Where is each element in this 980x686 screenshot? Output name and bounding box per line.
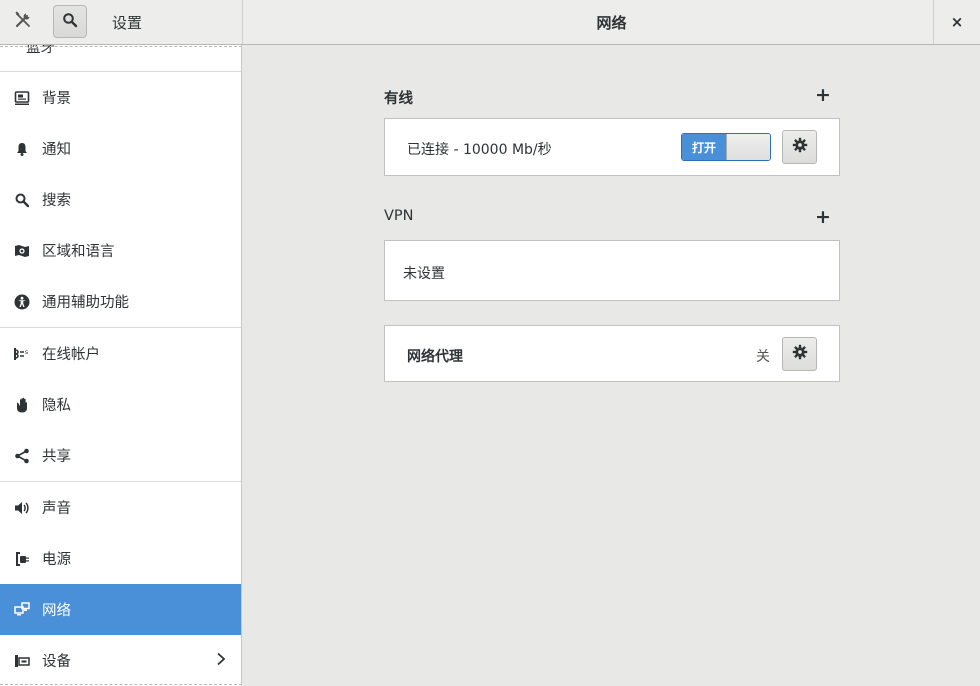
region-icon <box>13 242 31 260</box>
close-button[interactable]: × <box>933 0 980 44</box>
search-icon <box>62 12 78 32</box>
bell-icon <box>13 140 31 158</box>
sidebar-item-privacy[interactable]: 隐私 <box>0 379 241 430</box>
network-icon <box>13 601 31 619</box>
search-button[interactable] <box>53 5 87 38</box>
proxy-settings-button[interactable] <box>782 337 817 371</box>
settings-window: 设置 网络 × 蓝牙 背景 通知 搜索 区域和语言 通用辅助功能 s 在线帐户 … <box>0 0 980 686</box>
sidebar-item-notifications[interactable]: 通知 <box>0 123 241 174</box>
vpn-section-title: VPN <box>384 208 414 224</box>
sidebar-item-label: 网络 <box>42 603 71 619</box>
gear-icon <box>792 344 808 364</box>
switch-on-label: 打开 <box>682 134 726 160</box>
sidebar-item-label: 在线帐户 <box>42 347 100 363</box>
sidebar-item-region[interactable]: 区域和语言 <box>0 225 241 276</box>
hand-icon <box>13 396 31 414</box>
sidebar-item-sharing[interactable]: 共享 <box>0 430 241 481</box>
wired-status-text: 已连接 - 10000 Mb/秒 <box>407 142 552 158</box>
app-title: 设置 <box>112 14 143 32</box>
sidebar-item-label: 设备 <box>42 654 71 670</box>
plus-icon: + <box>815 83 831 106</box>
panel-title: 网络 <box>596 14 627 32</box>
proxy-label: 网络代理 <box>407 349 463 365</box>
sidebar-item-label: 通用辅助功能 <box>42 295 129 311</box>
sidebar-item-power[interactable]: 电源 <box>0 533 241 584</box>
sidebar-item-label: 区域和语言 <box>42 244 115 260</box>
power-icon <box>13 550 31 568</box>
close-icon: × <box>950 13 964 31</box>
share-icon <box>13 447 31 465</box>
sidebar-item-background[interactable]: 背景 <box>0 72 241 123</box>
plus-icon: + <box>815 205 831 228</box>
proxy-status: 关 <box>756 349 770 365</box>
svg-text:s: s <box>25 349 28 356</box>
add-wired-button[interactable]: + <box>815 83 831 106</box>
add-vpn-button[interactable]: + <box>815 205 831 228</box>
wired-settings-button[interactable] <box>782 130 817 164</box>
network-proxy-row[interactable]: 网络代理 关 <box>384 325 840 382</box>
sidebar-item-network[interactable]: 网络 <box>0 584 241 635</box>
speaker-icon <box>13 499 31 517</box>
sidebar-item-label: 声音 <box>42 501 71 517</box>
wired-section-title: 有线 <box>384 91 413 107</box>
chevron-right-icon <box>216 652 226 670</box>
sidebar-item-label: 电源 <box>42 552 71 568</box>
sidebar-item-sound[interactable]: 声音 <box>0 482 241 533</box>
search-icon <box>13 191 31 209</box>
sidebar-item-online-accounts[interactable]: s 在线帐户 <box>0 328 241 379</box>
sidebar-item-label: 隐私 <box>42 398 71 414</box>
switch-knob <box>726 134 770 160</box>
online-accounts-icon: s <box>13 345 31 363</box>
scroll-edge-bottom <box>0 684 241 685</box>
scroll-edge-top <box>0 46 241 47</box>
sidebar-item-accessibility[interactable]: 通用辅助功能 <box>0 276 241 327</box>
accessibility-icon <box>13 293 31 311</box>
sidebar: 蓝牙 背景 通知 搜索 区域和语言 通用辅助功能 s 在线帐户 隐私 共享 声音… <box>0 45 242 686</box>
wired-connection-row: 已连接 - 10000 Mb/秒 打开 <box>384 118 840 176</box>
sidebar-item-devices[interactable]: 设备 <box>0 635 241 686</box>
vpn-empty-text: 未设置 <box>403 266 445 282</box>
background-icon <box>13 89 31 107</box>
sidebar-item-label: 背景 <box>42 91 71 107</box>
sidebar-item-search[interactable]: 搜索 <box>0 174 241 225</box>
sidebar-item-bluetooth[interactable]: 蓝牙 <box>0 45 241 72</box>
vpn-list: 未设置 <box>384 240 840 301</box>
devices-icon <box>13 652 31 670</box>
wired-toggle-switch[interactable]: 打开 <box>681 133 771 161</box>
gear-icon <box>792 137 808 157</box>
sidebar-item-label: 搜索 <box>42 193 71 209</box>
tools-button[interactable] <box>8 7 38 37</box>
header-bar: 设置 网络 × <box>0 0 980 45</box>
sidebar-item-label: 共享 <box>42 449 71 465</box>
sidebar-item-label: 通知 <box>42 142 71 158</box>
tools-icon <box>14 11 32 33</box>
